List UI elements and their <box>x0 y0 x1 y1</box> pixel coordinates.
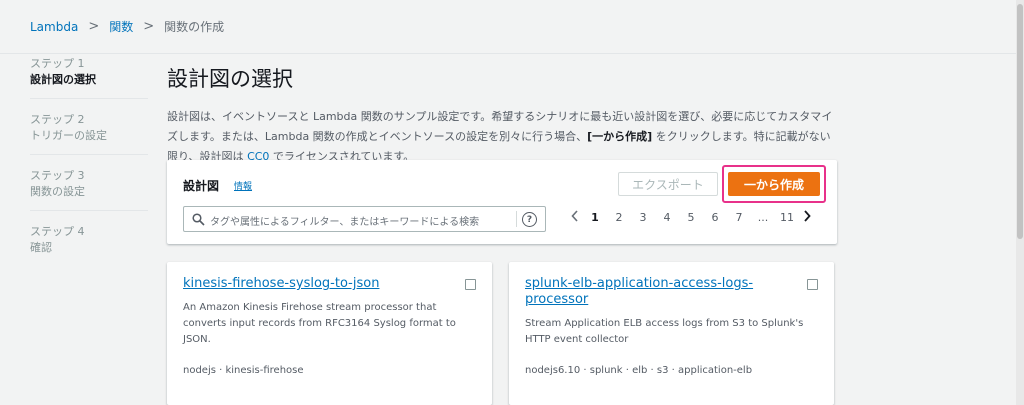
blueprint-description: Stream Application ELB access logs from … <box>525 318 804 345</box>
desc-line-1: 設計図は、イベントソースと Lambda 関数のサンプル設定です。希望するシナリ… <box>167 110 822 123</box>
step-2: ステップ 2 トリガーの設定 <box>30 112 148 155</box>
step-number: ステップ 4 <box>30 225 85 238</box>
breadcrumb-functions[interactable]: 関数 <box>109 18 133 35</box>
breadcrumb-current: 関数の作成 <box>164 20 225 34</box>
desc-create-from-scratch: [一から作成] <box>587 130 653 143</box>
chevron-left-icon[interactable] <box>567 210 583 225</box>
step-4: ステップ 4 確認 <box>30 224 148 266</box>
blueprint-title[interactable]: kinesis-firehose-syslog-to-json <box>183 276 453 292</box>
breadcrumb-lambda[interactable]: Lambda <box>30 20 78 34</box>
step-number: ステップ 1 <box>30 57 85 70</box>
step-number: ステップ 3 <box>30 169 85 182</box>
desc-line-2-b: をクリックします。特に記載が <box>652 130 809 143</box>
page-11[interactable]: 11 <box>775 211 799 224</box>
scrollbar[interactable] <box>1016 0 1024 405</box>
chevron-right-icon[interactable] <box>799 210 815 225</box>
page-6[interactable]: 6 <box>703 211 727 224</box>
blueprint-card[interactable]: splunk-elb-application-access-logs-proce… <box>509 262 834 405</box>
blueprint-tags: nodejs6.10 · splunk · elb · s3 · applica… <box>525 365 753 376</box>
page-5[interactable]: 5 <box>679 211 703 224</box>
scrollbar-thumb[interactable] <box>1017 4 1023 239</box>
panel-title: 設計図 <box>183 179 220 193</box>
help-icon[interactable]: ? <box>522 212 537 227</box>
blueprint-card[interactable]: kinesis-firehose-syslog-to-json An Amazo… <box>167 262 492 405</box>
blueprint-title[interactable]: splunk-elb-application-access-logs-proce… <box>525 276 795 308</box>
chevron-right-icon: > <box>143 19 155 34</box>
step-title: 確認 <box>30 241 52 254</box>
export-button[interactable]: エクスポート <box>618 172 718 196</box>
blueprint-checkbox[interactable] <box>807 279 818 290</box>
page-7[interactable]: 7 <box>727 211 751 224</box>
pagination: 1 2 3 4 5 6 7 ... 11 <box>567 210 815 225</box>
page-description: 設計図は、イベントソースと Lambda 関数のサンプル設定です。希望するシナリ… <box>167 107 837 167</box>
step-number: ステップ 2 <box>30 113 85 126</box>
page-4[interactable]: 4 <box>655 211 679 224</box>
search-input[interactable]: タグや属性によるフィルター、またはキーワードによる検索 ? <box>183 206 546 232</box>
chevron-right-icon: > <box>88 19 100 34</box>
page-title: 設計図の選択 <box>167 67 293 91</box>
info-link[interactable]: 情報 <box>234 179 252 192</box>
top-bar: Lambda > 関数 > 関数の作成 <box>0 0 1024 54</box>
step-3: ステップ 3 関数の設定 <box>30 168 148 211</box>
wizard-steps: ステップ 1 設計図の選択 ステップ 2 トリガーの設定 ステップ 3 関数の設… <box>30 56 148 279</box>
main-content: 設計図の選択 設計図は、イベントソースと Lambda 関数のサンプル設定です。… <box>167 60 837 167</box>
blueprints-panel: 設計図 情報 エクスポート 一から作成 タグや属性によるフィルター、またはキーワ… <box>167 160 837 244</box>
page-ellipsis: ... <box>757 211 769 224</box>
step-title: 設計図の選択 <box>30 73 96 86</box>
blueprint-checkbox[interactable] <box>465 279 476 290</box>
breadcrumb: Lambda > 関数 > 関数の作成 <box>30 18 224 35</box>
search-placeholder: タグや属性によるフィルター、またはキーワードによる検索 <box>210 217 480 228</box>
page-1[interactable]: 1 <box>583 211 607 224</box>
create-highlight: 一から作成 <box>722 165 826 203</box>
step-title: トリガーの設定 <box>30 129 107 142</box>
step-1: ステップ 1 設計図の選択 <box>30 56 148 99</box>
blueprint-description: An Amazon Kinesis Firehose stream proces… <box>183 302 456 345</box>
page-2[interactable]: 2 <box>607 211 631 224</box>
create-from-scratch-button[interactable]: 一から作成 <box>728 172 820 196</box>
page-3[interactable]: 3 <box>631 211 655 224</box>
blueprint-tags: nodejs · kinesis-firehose <box>183 365 304 376</box>
search-divider <box>516 211 517 227</box>
search-icon <box>192 213 205 226</box>
step-title: 関数の設定 <box>30 185 85 198</box>
